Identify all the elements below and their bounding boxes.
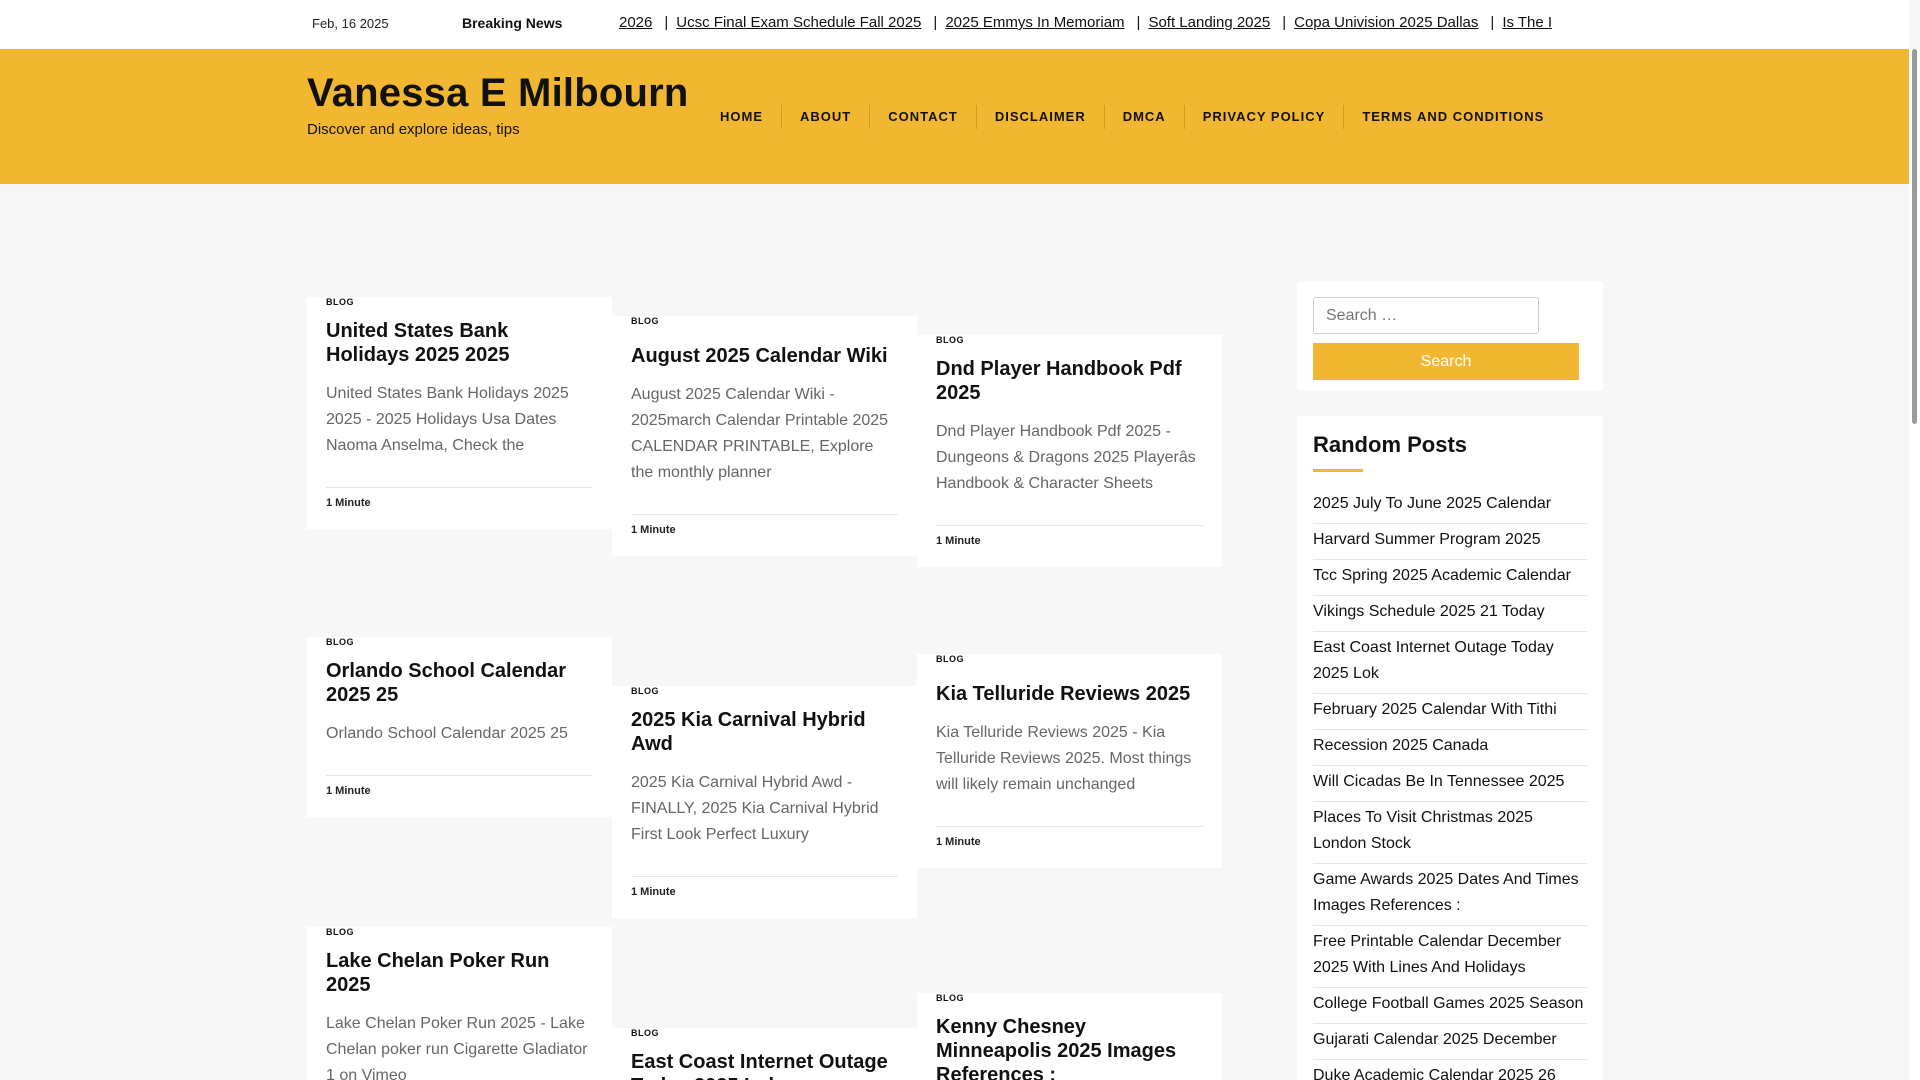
post-title[interactable]: Lake Chelan Poker Run 2025 [326, 950, 549, 996]
post-read-time: 1 Minute [936, 525, 1203, 567]
post-category[interactable]: BLOG [936, 654, 1203, 664]
post-card: BLOG Dnd Player Handbook Pdf 2025 Dnd Pl… [917, 335, 1222, 567]
post-excerpt: 2025 Kia Carnival Hybrid Awd - FINALLY, … [631, 774, 879, 843]
post-card: BLOG August 2025 Calendar Wiki August 20… [612, 316, 917, 556]
ticker-separator: | [664, 14, 669, 31]
ticker-separator: | [933, 14, 938, 31]
post-title[interactable]: Kenny Chesney Minneapolis 2025 Images Re… [936, 1016, 1176, 1080]
random-post-link[interactable]: Gujarati Calendar 2025 December [1313, 1031, 1557, 1048]
search-input[interactable] [1313, 297, 1539, 334]
search-button[interactable]: Search [1313, 343, 1579, 380]
site-tagline: Discover and explore ideas, tips [307, 121, 520, 138]
nav-disclaimer[interactable]: DISCLAIMER [977, 105, 1105, 129]
current-date: Feb, 16 2025 [312, 16, 389, 31]
ticker-link[interactable]: Is The I [1502, 14, 1552, 31]
random-post-link[interactable]: Tcc Spring 2025 Academic Calendar [1313, 567, 1571, 584]
nav-terms[interactable]: TERMS AND CONDITIONS [1344, 105, 1562, 129]
site-header: Vanessa E Milbourn Discover and explore … [0, 49, 1909, 184]
post-excerpt: Orlando School Calendar 2025 25 [326, 725, 568, 742]
post-read-time: 1 Minute [326, 487, 593, 529]
post-category[interactable]: BLOG [631, 686, 898, 696]
post-excerpt: Lake Chelan Poker Run 2025 - Lake Chelan… [326, 1015, 588, 1080]
random-post-link[interactable]: February 2025 Calendar With Tithi [1313, 701, 1557, 718]
ticker-link[interactable]: 2026 [619, 14, 652, 31]
post-card: BLOG 2025 Kia Carnival Hybrid Awd 2025 K… [612, 686, 917, 918]
random-post-link[interactable]: Free Printable Calendar December 2025 Wi… [1313, 933, 1561, 976]
nav-contact[interactable]: CONTACT [870, 105, 977, 129]
random-post-link[interactable]: College Football Games 2025 Season [1313, 995, 1583, 1012]
breaking-news-ticker: 2026 | Ucsc Final Exam Schedule Fall 2025 |… [617, 14, 1609, 36]
post-excerpt: August 2025 Calendar Wiki - 2025march Ca… [631, 386, 889, 481]
ticker-separator: | [1136, 14, 1141, 31]
ticker-link[interactable]: 2025 Emmys In Memoriam [945, 14, 1124, 31]
post-excerpt: Kia Telluride Reviews 2025 - Kia Telluri… [936, 724, 1192, 793]
random-post-link[interactable]: Harvard Summer Program 2025 [1313, 531, 1541, 548]
random-post-link[interactable]: Game Awards 2025 Dates And Times Images … [1313, 871, 1579, 914]
ticker-link[interactable]: Ucsc Final Exam Schedule Fall 2025 [676, 14, 921, 31]
scrollbar-thumb[interactable] [1912, 49, 1917, 424]
nav-home[interactable]: HOME [702, 105, 782, 129]
main-nav: HOME ABOUT CONTACT DISCLAIMER DMCA PRIVA… [702, 105, 1562, 129]
search-widget: Search [1297, 282, 1603, 390]
post-card: BLOG Kia Telluride Reviews 2025 Kia Tell… [917, 654, 1222, 868]
random-post-link[interactable]: 2025 July To June 2025 Calendar [1313, 495, 1551, 512]
post-title[interactable]: East Coast Internet Outage Today 2025 Lo… [631, 1051, 888, 1080]
site-title[interactable]: Vanessa E Milbourn [307, 71, 689, 116]
post-category[interactable]: BLOG [631, 316, 898, 326]
post-card: BLOG Kenny Chesney Minneapolis 2025 Imag… [917, 993, 1222, 1080]
post-title[interactable]: Orlando School Calendar 2025 25 [326, 660, 566, 706]
ticker-link[interactable]: Copa Univision 2025 Dallas [1294, 14, 1478, 31]
post-card: BLOG Orlando School Calendar 2025 25 Orl… [307, 637, 612, 817]
title-underline [1313, 469, 1363, 472]
ticker-separator: | [1490, 14, 1495, 31]
post-category[interactable]: BLOG [326, 637, 593, 647]
random-post-link[interactable]: Places To Visit Christmas 2025 London St… [1313, 809, 1533, 852]
post-card: BLOG United States Bank Holidays 2025 20… [307, 297, 612, 529]
post-card: BLOG Lake Chelan Poker Run 2025 Lake Che… [307, 927, 612, 1080]
random-posts-title: Random Posts [1313, 432, 1468, 457]
nav-about[interactable]: ABOUT [782, 105, 871, 129]
post-read-time: 1 Minute [631, 514, 898, 556]
page-scrollbar[interactable] [1909, 49, 1920, 1080]
ticker-link[interactable]: Soft Landing 2025 [1148, 14, 1270, 31]
post-card: BLOG East Coast Internet Outage Today 20… [612, 1028, 917, 1080]
post-category[interactable]: BLOG [631, 1028, 898, 1038]
random-post-link[interactable]: Will Cicadas Be In Tennessee 2025 [1313, 773, 1564, 790]
top-bar: Feb, 16 2025 Breaking News 2026 | Ucsc Fin… [0, 0, 1909, 49]
post-read-time: 1 Minute [936, 826, 1203, 868]
random-post-link[interactable]: Duke Academic Calendar 2025 26 [1313, 1067, 1556, 1080]
post-title[interactable]: Kia Telluride Reviews 2025 [936, 683, 1190, 705]
post-title[interactable]: United States Bank Holidays 2025 2025 [326, 320, 509, 366]
post-excerpt: Dnd Player Handbook Pdf 2025 - Dungeons … [936, 423, 1196, 492]
post-category[interactable]: BLOG [936, 993, 1203, 1003]
post-category[interactable]: BLOG [326, 927, 593, 937]
ticker-separator: | [1282, 14, 1287, 31]
post-excerpt: United States Bank Holidays 2025 2025 - … [326, 385, 569, 454]
post-category[interactable]: BLOG [936, 335, 1203, 345]
post-title[interactable]: August 2025 Calendar Wiki [631, 345, 888, 367]
post-category[interactable]: BLOG [326, 297, 593, 307]
nav-dmca[interactable]: DMCA [1105, 105, 1185, 129]
random-posts-list: 2025 July To June 2025 Calendar Harvard … [1313, 488, 1587, 1080]
post-title[interactable]: Dnd Player Handbook Pdf 2025 [936, 358, 1182, 404]
post-title[interactable]: 2025 Kia Carnival Hybrid Awd [631, 709, 866, 755]
nav-privacy-policy[interactable]: PRIVACY POLICY [1185, 105, 1345, 129]
random-posts-widget: Random Posts 2025 July To June 2025 Cale… [1297, 416, 1603, 1080]
random-post-link[interactable]: East Coast Internet Outage Today 2025 Lo… [1313, 639, 1554, 682]
random-post-link[interactable]: Recession 2025 Canada [1313, 737, 1488, 754]
post-read-time: 1 Minute [326, 775, 593, 817]
breaking-news-label: Breaking News [462, 15, 563, 31]
random-post-link[interactable]: Vikings Schedule 2025 21 Today [1313, 603, 1545, 620]
post-read-time: 1 Minute [631, 876, 898, 918]
